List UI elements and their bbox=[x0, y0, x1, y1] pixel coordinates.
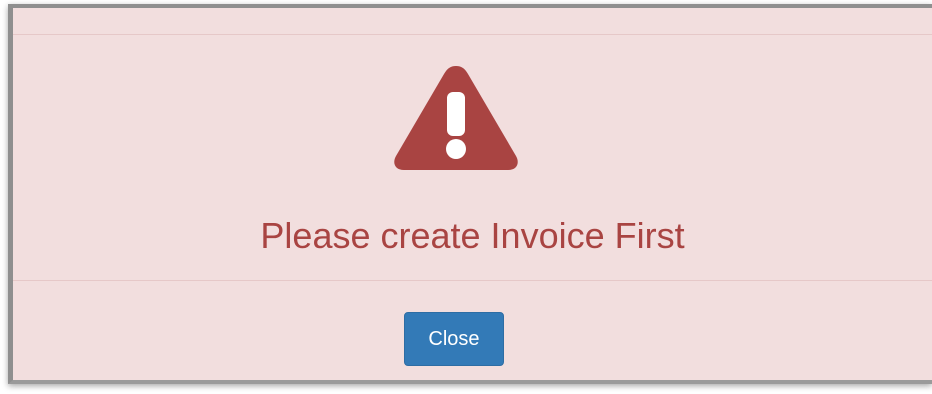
dialog-header-divider bbox=[13, 34, 932, 35]
close-button[interactable]: Close bbox=[404, 312, 504, 366]
dialog-footer-divider bbox=[13, 280, 932, 281]
alert-dialog: Please create Invoice First Close bbox=[8, 4, 932, 384]
screen: Please create Invoice First Close bbox=[0, 0, 932, 394]
warning-icon bbox=[394, 66, 518, 170]
alert-message: Please create Invoice First bbox=[260, 215, 685, 256]
